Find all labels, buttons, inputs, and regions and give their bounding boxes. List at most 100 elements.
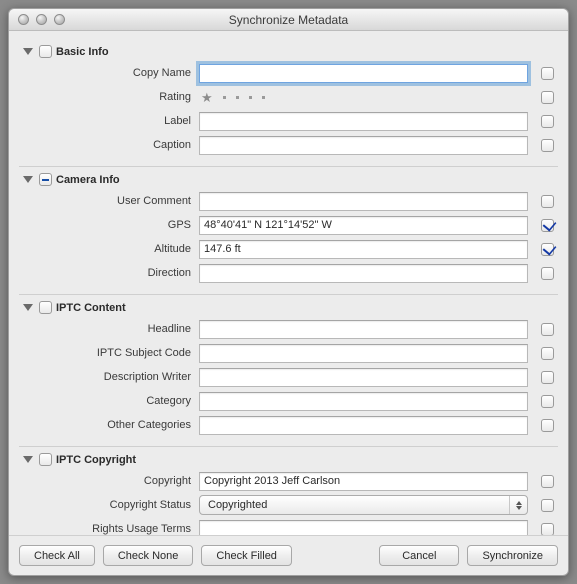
sync-check-copy-name[interactable] [541,67,554,80]
dialog-window: Synchronize Metadata Basic Info Copy Nam… [8,8,569,576]
sync-check-other-categories[interactable] [541,419,554,432]
section-basic-info: Basic Info Copy Name Rating ★ [19,39,558,166]
row-headline: Headline [23,318,554,340]
window-title: Synchronize Metadata [9,13,568,27]
check-all-button[interactable]: Check All [19,545,95,566]
direction-input[interactable] [199,264,528,283]
row-direction: Direction [23,262,554,284]
sync-check-gps[interactable] [541,219,554,232]
user-comment-input[interactable] [199,192,528,211]
star-dot-icon[interactable] [262,96,265,99]
sync-check-rating[interactable] [541,91,554,104]
sync-check-label[interactable] [541,115,554,128]
row-copyright-status: Copyright Status Copyrighted [23,494,554,516]
sync-check-subject-code[interactable] [541,347,554,360]
label-rating: Rating [23,91,199,103]
zoom-icon[interactable] [54,14,65,25]
row-copy-name: Copy Name [23,62,554,84]
select-value: Copyrighted [208,499,267,511]
sync-check-altitude[interactable] [541,243,554,256]
section-title: IPTC Copyright [56,454,136,466]
section-check-basic[interactable] [39,45,52,58]
sync-check-description-writer[interactable] [541,371,554,384]
label-direction: Direction [23,267,199,279]
altitude-input[interactable] [199,240,528,259]
label-description-writer: Description Writer [23,371,199,383]
rights-usage-input[interactable] [199,520,528,536]
gps-input[interactable] [199,216,528,235]
dialog-content: Basic Info Copy Name Rating ★ [9,31,568,535]
copyright-input[interactable] [199,472,528,491]
label-copy-name: Copy Name [23,67,199,79]
section-iptc-content: IPTC Content Headline IPTC Subject Code … [19,294,558,446]
row-label-color: Label [23,110,554,132]
section-check-iptc-content[interactable] [39,301,52,314]
sync-check-copyright-status[interactable] [541,499,554,512]
row-copyright: Copyright [23,470,554,492]
minimize-icon[interactable] [36,14,47,25]
label-subject-code: IPTC Subject Code [23,347,199,359]
section-header-camera[interactable]: Camera Info [23,173,554,186]
section-header-basic[interactable]: Basic Info [23,45,554,58]
copyright-status-select[interactable]: Copyrighted [199,495,528,515]
label-altitude: Altitude [23,243,199,255]
row-description-writer: Description Writer [23,366,554,388]
label-user-comment: User Comment [23,195,199,207]
label-copyright: Copyright [23,475,199,487]
section-title: Basic Info [56,46,109,58]
select-arrows-icon [509,496,527,514]
section-header-iptc-copyright[interactable]: IPTC Copyright [23,453,554,466]
category-input[interactable] [199,392,528,411]
check-none-button[interactable]: Check None [103,545,194,566]
label-input[interactable] [199,112,528,131]
section-check-camera[interactable] [39,173,52,186]
row-other-categories: Other Categories [23,414,554,436]
section-camera-info: Camera Info User Comment GPS Altitude Di… [19,166,558,294]
section-header-iptc-content[interactable]: IPTC Content [23,301,554,314]
close-icon[interactable] [18,14,29,25]
disclosure-triangle-icon[interactable] [23,176,33,183]
sync-check-headline[interactable] [541,323,554,336]
check-filled-button[interactable]: Check Filled [201,545,292,566]
headline-input[interactable] [199,320,528,339]
sync-check-caption[interactable] [541,139,554,152]
row-gps: GPS [23,214,554,236]
disclosure-triangle-icon[interactable] [23,456,33,463]
star-dot-icon[interactable] [249,96,252,99]
row-altitude: Altitude [23,238,554,260]
disclosure-triangle-icon[interactable] [23,304,33,311]
disclosure-triangle-icon[interactable] [23,48,33,55]
titlebar: Synchronize Metadata [9,9,568,31]
copy-name-input[interactable] [199,64,528,83]
label-gps: GPS [23,219,199,231]
row-rating: Rating ★ [23,86,554,108]
sync-check-direction[interactable] [541,267,554,280]
subject-code-input[interactable] [199,344,528,363]
synchronize-button[interactable]: Synchronize [467,545,558,566]
cancel-button[interactable]: Cancel [379,545,459,566]
label-category: Category [23,395,199,407]
star-dot-icon[interactable] [236,96,239,99]
sync-check-rights-usage[interactable] [541,523,554,536]
description-writer-input[interactable] [199,368,528,387]
label-other-categories: Other Categories [23,419,199,431]
star-icon[interactable]: ★ [201,91,213,104]
row-rights-usage: Rights Usage Terms [23,518,554,535]
row-category: Category [23,390,554,412]
rating-stars[interactable]: ★ [199,91,528,104]
star-dot-icon[interactable] [223,96,226,99]
row-subject-code: IPTC Subject Code [23,342,554,364]
section-iptc-copyright: IPTC Copyright Copyright Copyright Statu… [19,446,558,535]
sync-check-user-comment[interactable] [541,195,554,208]
label-caption: Caption [23,139,199,151]
sync-check-category[interactable] [541,395,554,408]
section-check-iptc-copyright[interactable] [39,453,52,466]
other-categories-input[interactable] [199,416,528,435]
section-title: IPTC Content [56,302,126,314]
row-caption: Caption [23,134,554,156]
sync-check-copyright[interactable] [541,475,554,488]
label-rights-usage: Rights Usage Terms [23,523,199,535]
section-title: Camera Info [56,174,120,186]
caption-input[interactable] [199,136,528,155]
label-headline: Headline [23,323,199,335]
